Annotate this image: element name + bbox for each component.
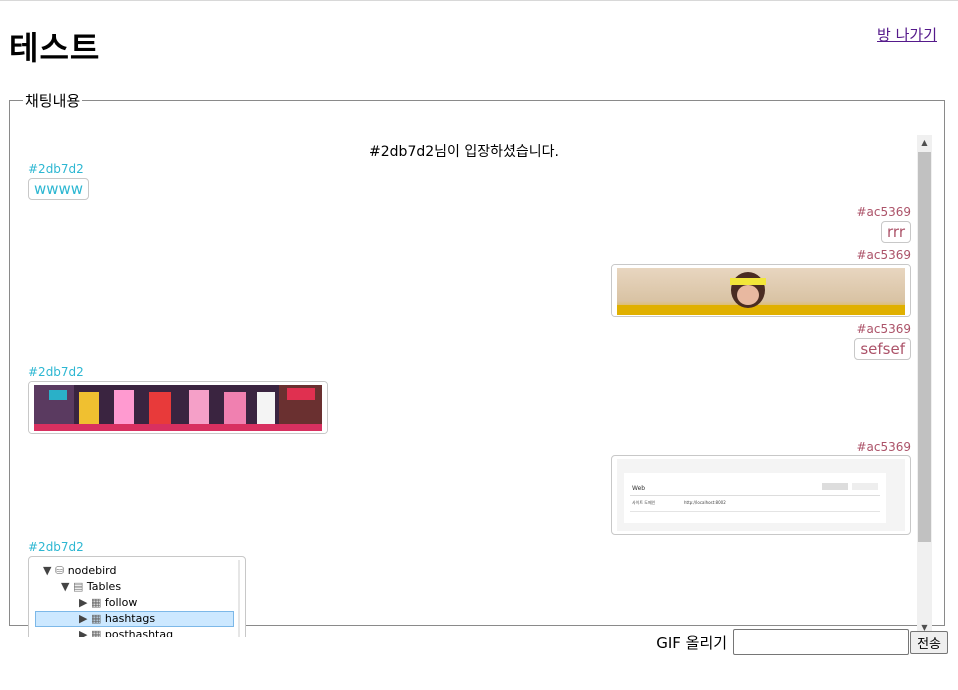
scroll-up-arrow-icon[interactable]: ▲ (917, 135, 932, 150)
tree-table-label: follow (104, 596, 138, 609)
expand-arrow-icon: ▼ (43, 564, 52, 577)
send-button[interactable]: 전송 (910, 630, 948, 654)
collapse-arrow-icon: ▶ (79, 628, 88, 637)
tree-db-label: nodebird (67, 564, 117, 577)
table-icon: ▦ (90, 612, 102, 625)
collapse-arrow-icon: ▶ (79, 612, 88, 625)
message-bubble: sefsef (854, 338, 911, 360)
tree-table-label: hashtags (104, 612, 156, 625)
system-message: #2db7d2님이 입장하셨습니다. (369, 144, 559, 160)
tree-row-table: ▶ ▦ follow (79, 596, 137, 609)
exit-room-link[interactable]: 방 나가기 (877, 24, 937, 45)
web-panel: Web 사이트 도메인 http://localhost:8002 (624, 473, 886, 523)
message-sender: #ac5369 (856, 205, 911, 219)
message-bubble: rrr (881, 221, 911, 243)
chat-scrollbar[interactable]: ▲ ▼ (917, 135, 932, 635)
gif-image-group-dance (29, 382, 327, 433)
message-sender: #2db7d2 (28, 540, 84, 554)
web-divider (630, 495, 880, 496)
web-row-value: http://localhost:8002 (684, 500, 726, 505)
web-screenshot: Web 사이트 도메인 http://localhost:8002 (617, 459, 905, 531)
message-sender: #ac5369 (856, 322, 911, 336)
gif-message: ▼ ⛁ nodebird ▼ ▤ Tables ▶ ▦ follow ▶ ▦ h… (28, 556, 246, 637)
chat-legend: 채팅내용 (25, 92, 81, 110)
message-sender: #2db7d2 (28, 162, 84, 176)
message-bubble: wwww (28, 178, 90, 200)
table-icon: ▦ (90, 596, 102, 609)
web-tab-2 (852, 483, 878, 490)
db-tree-screenshot: ▼ ⛁ nodebird ▼ ▤ Tables ▶ ▦ follow ▶ ▦ h… (33, 560, 240, 637)
gif-message: Web 사이트 도메인 http://localhost:8002 (611, 455, 911, 535)
table-icon: ▦ (90, 628, 102, 637)
gif-upload-label: GIF 올리기 (656, 633, 728, 652)
tree-table-label: posthashtag (104, 628, 174, 637)
web-divider (630, 511, 880, 512)
gif-message (611, 264, 911, 317)
page-title: 테스트 (9, 29, 101, 67)
message-sender: #ac5369 (856, 440, 911, 454)
database-icon: ⛁ (54, 564, 65, 577)
gif-upload-input[interactable] (733, 629, 910, 655)
message-sender: #ac5369 (856, 248, 911, 262)
expand-arrow-icon: ▼ (61, 580, 70, 593)
tree-row-table: ▶ ▦ posthashtag (79, 628, 173, 637)
tree-row-tables: ▼ ▤ Tables (61, 580, 121, 593)
tree-row-table: ▶ ▦ hashtags (79, 612, 155, 625)
web-tab-1 (822, 483, 848, 490)
chat-list[interactable]: #2db7d2님이 입장하셨습니다. #2db7d2 wwww #ac5369 … (10, 127, 918, 637)
scroll-thumb[interactable] (918, 152, 931, 542)
web-title: Web (632, 485, 646, 492)
message-sender: #2db7d2 (28, 365, 84, 379)
tree-tables-label: Tables (86, 580, 122, 593)
gif-upload-form: GIF 올리기 전송 (656, 627, 948, 657)
gif-message (28, 381, 328, 434)
folder-icon: ▤ (72, 580, 84, 593)
web-row-label: 사이트 도메인 (632, 500, 656, 505)
gif-image-dancer (612, 265, 910, 316)
collapse-arrow-icon: ▶ (79, 596, 88, 609)
tree-row-db: ▼ ⛁ nodebird (43, 564, 117, 577)
chat-fieldset: 채팅내용 #2db7d2님이 입장하셨습니다. #2db7d2 wwww #ac… (9, 90, 945, 637)
